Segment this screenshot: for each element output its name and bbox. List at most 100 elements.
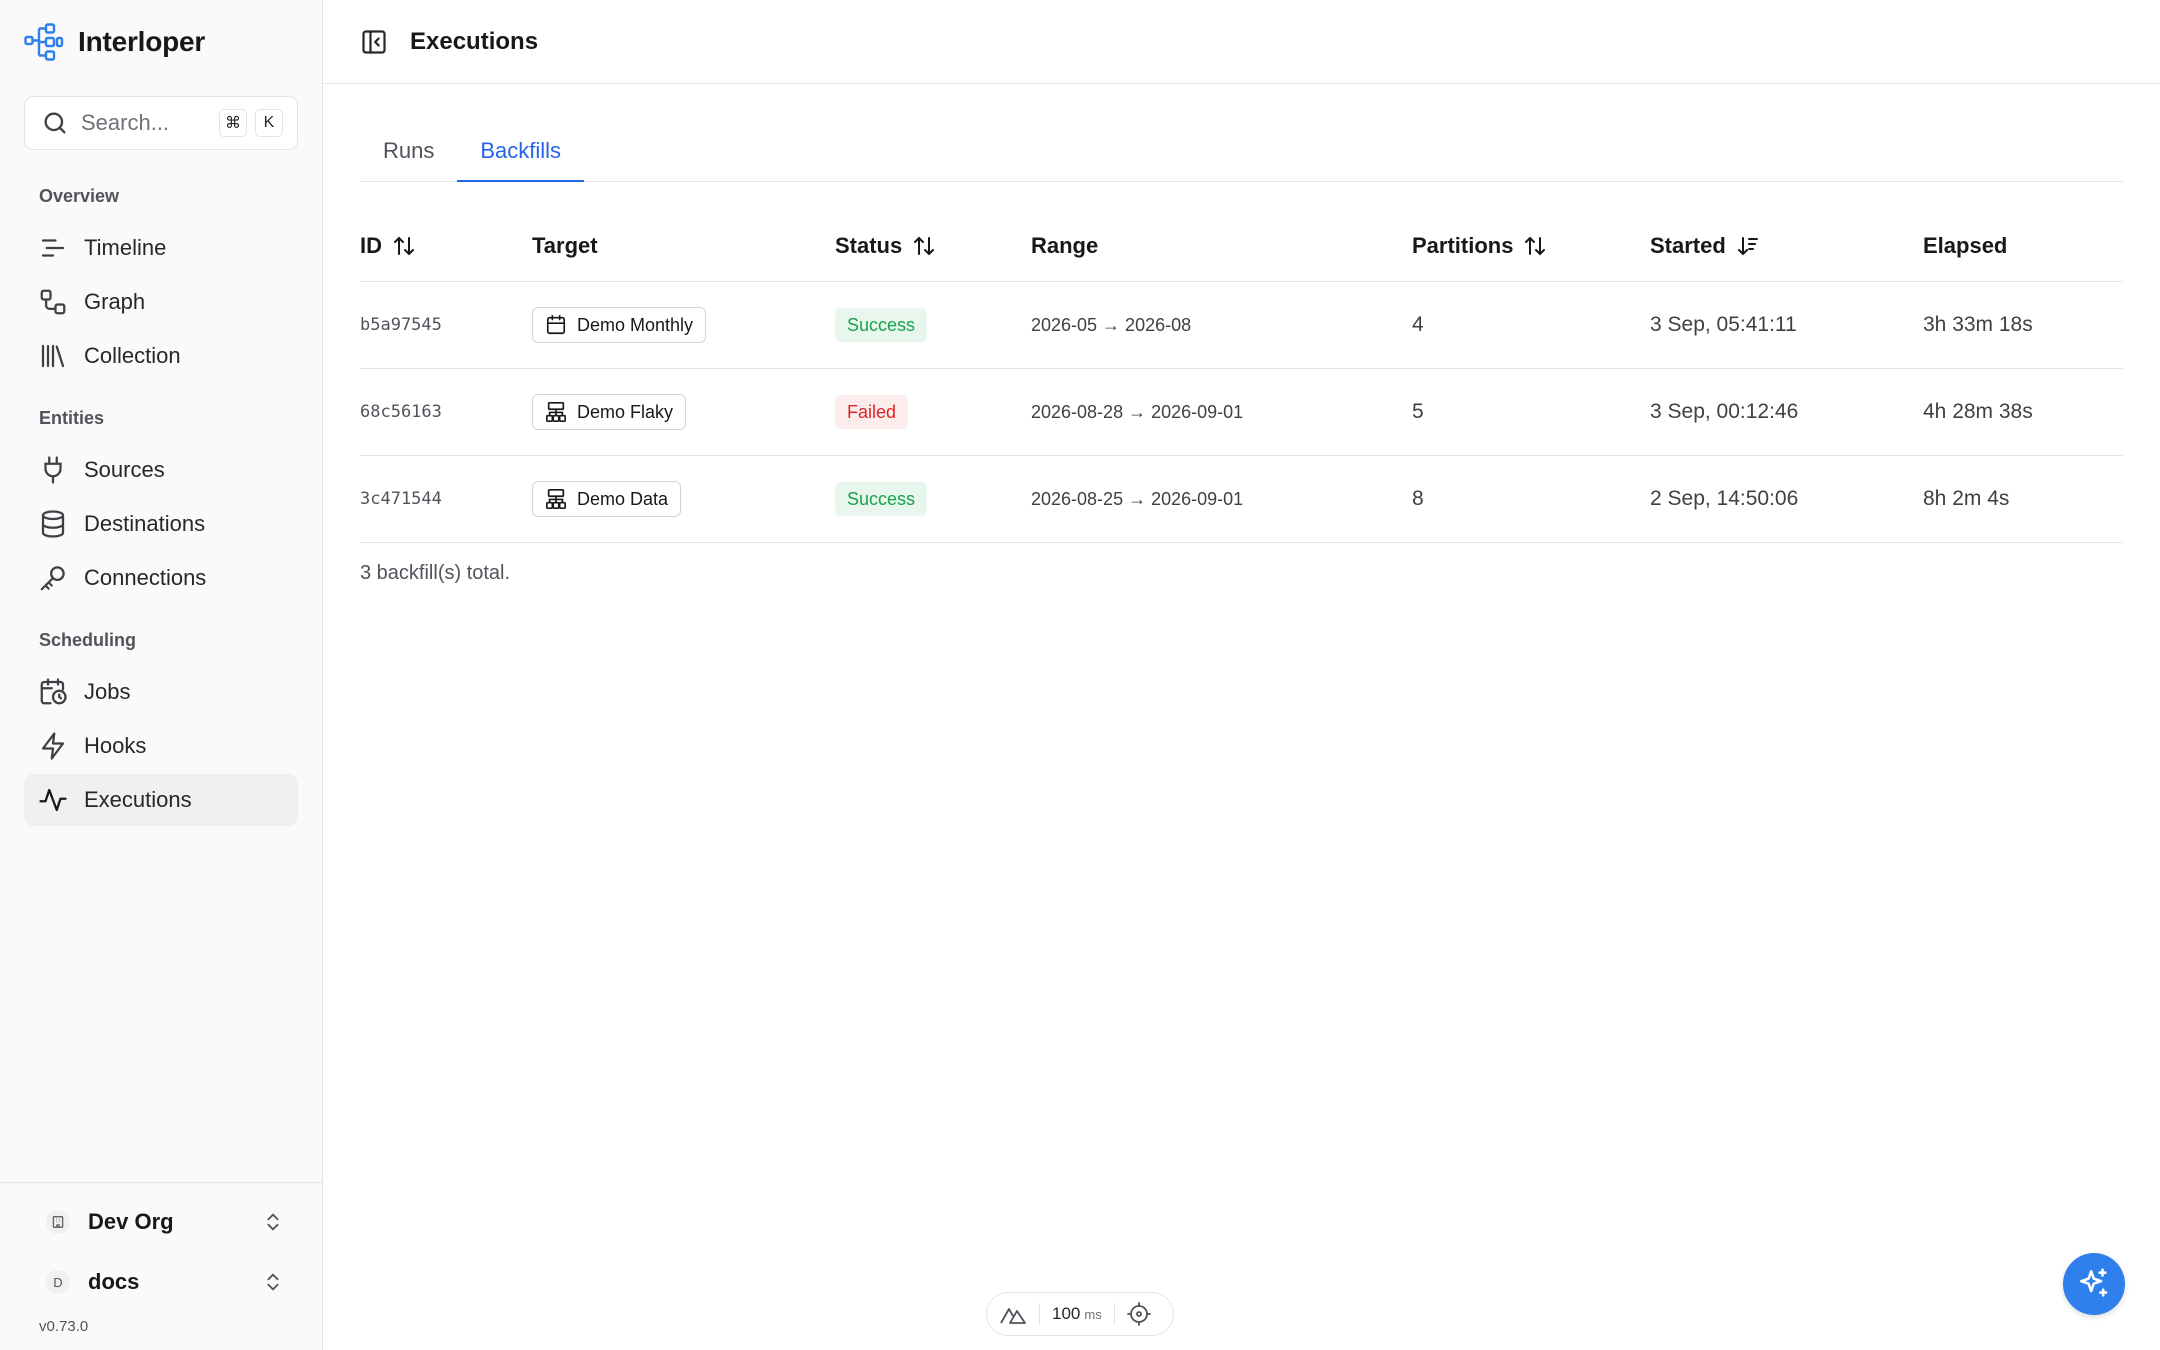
- search-icon: [44, 112, 66, 134]
- target-cell: Demo Monthly: [532, 282, 707, 368]
- divider: [1039, 1303, 1040, 1325]
- sidebar-item-destinations[interactable]: Destinations: [24, 498, 298, 550]
- target-label: Demo Monthly: [577, 314, 694, 335]
- column-label: Status: [835, 233, 903, 258]
- chevrons-up-down-icon: [267, 1273, 279, 1291]
- sidebar-item-connections[interactable]: Connections: [24, 552, 298, 604]
- sort-arrows-icon: [914, 236, 935, 256]
- sidebar-item-hooks[interactable]: Hooks: [24, 720, 298, 772]
- table-header: ID Target Status Range Partitions Starte…: [360, 210, 2123, 282]
- sidebar-item-jobs[interactable]: Jobs: [24, 666, 298, 718]
- org-name: Dev Org: [88, 1209, 174, 1234]
- library-icon: [41, 344, 65, 368]
- backfill-id[interactable]: 68c56163: [360, 369, 442, 455]
- brand[interactable]: Interloper: [24, 22, 205, 62]
- range-cell: 2026-05 → 2026-08: [1031, 314, 1192, 335]
- status-cell: Failed: [835, 369, 909, 455]
- target-chip[interactable]: Demo Monthly: [532, 307, 707, 343]
- sort-arrows-icon: [394, 236, 414, 256]
- column-header-range: Range: [1031, 210, 1098, 282]
- building-icon: [46, 1210, 70, 1234]
- target-chip[interactable]: Demo Data: [532, 481, 682, 517]
- elapsed-cell: 3h 33m 18s: [1923, 313, 2033, 336]
- sort-descending-icon: [1737, 237, 1758, 256]
- search-box[interactable]: Search... ⌘ K: [24, 96, 298, 150]
- column-header-elapsed: Elapsed: [1923, 210, 2007, 282]
- app-name: Interloper: [78, 26, 206, 57]
- started-cell: 2 Sep, 14:50:06: [1650, 487, 1799, 510]
- sidebar-item-label: Connections: [84, 565, 207, 590]
- shortcut-key-cmd: ⌘: [219, 109, 247, 137]
- section-label-entities: Entities: [39, 408, 105, 428]
- sidebar-item-label: Graph: [84, 289, 146, 314]
- plug-icon: [44, 456, 62, 484]
- app-version: v0.73.0: [39, 1318, 89, 1335]
- column-label: Started: [1650, 233, 1726, 258]
- sidebar-item-graph[interactable]: Graph: [24, 276, 298, 328]
- calendar-clock-icon: [40, 678, 67, 705]
- search-placeholder: Search...: [81, 110, 170, 135]
- column-header-partitions[interactable]: Partitions: [1412, 210, 1547, 282]
- backfill-id[interactable]: 3c471544: [360, 456, 442, 542]
- sidebar-item-executions[interactable]: Executions: [24, 774, 298, 826]
- workspace-switcher[interactable]: D docs: [24, 1256, 298, 1308]
- devtools-bar[interactable]: 100 ms: [986, 1292, 1174, 1336]
- status-badge: Success: [835, 308, 928, 342]
- status-badge: Success: [835, 482, 928, 516]
- column-label: Target: [532, 233, 598, 258]
- key-icon: [40, 566, 65, 591]
- sort-arrows-icon: [1525, 236, 1546, 256]
- table-row[interactable]: 3c471544 Demo Data Success 2026-08-25 → …: [360, 456, 2123, 543]
- column-header-started[interactable]: Started: [1650, 210, 1760, 282]
- tabs: Runs Backfills: [360, 126, 2123, 182]
- backfill-id[interactable]: b5a97545: [360, 282, 442, 368]
- target-cell: Demo Flaky: [532, 369, 687, 455]
- render-time-value: 100: [1052, 1304, 1081, 1323]
- column-header-id[interactable]: ID: [360, 210, 416, 282]
- tab-runs[interactable]: Runs: [360, 126, 457, 182]
- status-cell: Success: [835, 282, 928, 368]
- org-switcher[interactable]: Dev Org: [24, 1196, 298, 1248]
- total-count: 3 backfill(s) total.: [360, 562, 511, 584]
- column-label: Range: [1031, 233, 1099, 258]
- partitions-cell: 4: [1412, 313, 1424, 336]
- range-cell: 2026-08-28 → 2026-09-01: [1031, 401, 1244, 422]
- sidebar-item-label: Destinations: [84, 511, 206, 536]
- target-chip[interactable]: Demo Flaky: [532, 394, 687, 430]
- sidebar-item-label: Sources: [84, 457, 165, 482]
- database-icon: [41, 510, 65, 538]
- nuxt-icon[interactable]: [999, 1303, 1027, 1325]
- sidebar-item-label: Timeline: [84, 235, 167, 260]
- table-row[interactable]: 68c56163 Demo Flaky Failed 2026-08-28 → …: [360, 369, 2123, 456]
- timeline-icon: [41, 239, 65, 257]
- column-header-status[interactable]: Status: [835, 210, 936, 282]
- status-badge: Failed: [835, 395, 909, 429]
- status-cell: Success: [835, 456, 928, 542]
- shortcut-key-k: K: [255, 109, 283, 137]
- workspace-name: docs: [88, 1269, 140, 1294]
- tab-backfills[interactable]: Backfills: [457, 126, 585, 182]
- sidebar-item-timeline[interactable]: Timeline: [24, 222, 298, 274]
- workspace-avatar: D: [46, 1270, 70, 1294]
- table-row[interactable]: b5a97545 Demo Monthly Success 2026-05 → …: [360, 282, 2123, 369]
- started-cell: 3 Sep, 00:12:46: [1650, 400, 1799, 423]
- partitions-cell: 5: [1412, 400, 1424, 423]
- target-cell: Demo Data: [532, 456, 682, 542]
- column-header-target: Target: [532, 210, 598, 282]
- sidebar-item-collection[interactable]: Collection: [24, 330, 298, 382]
- network-icon: [546, 402, 566, 422]
- target-label: Demo Flaky: [577, 401, 674, 422]
- sidebar-item-sources[interactable]: Sources: [24, 444, 298, 496]
- sidebar-item-label: Executions: [84, 787, 192, 812]
- graph-icon: [40, 289, 66, 315]
- ai-assistant-button[interactable]: [2063, 1253, 2125, 1315]
- calendar-icon: [546, 315, 566, 335]
- sidebar-toggle-icon[interactable]: [360, 28, 388, 56]
- crosshair-icon[interactable]: [1126, 1302, 1151, 1326]
- column-label: Elapsed: [1923, 233, 2008, 258]
- page-title: Executions: [410, 27, 539, 55]
- network-icon: [546, 489, 566, 509]
- top-bar: Executions: [324, 0, 2160, 84]
- elapsed-cell: 4h 28m 38s: [1923, 400, 2033, 423]
- sidebar-item-label: Collection: [84, 343, 181, 368]
